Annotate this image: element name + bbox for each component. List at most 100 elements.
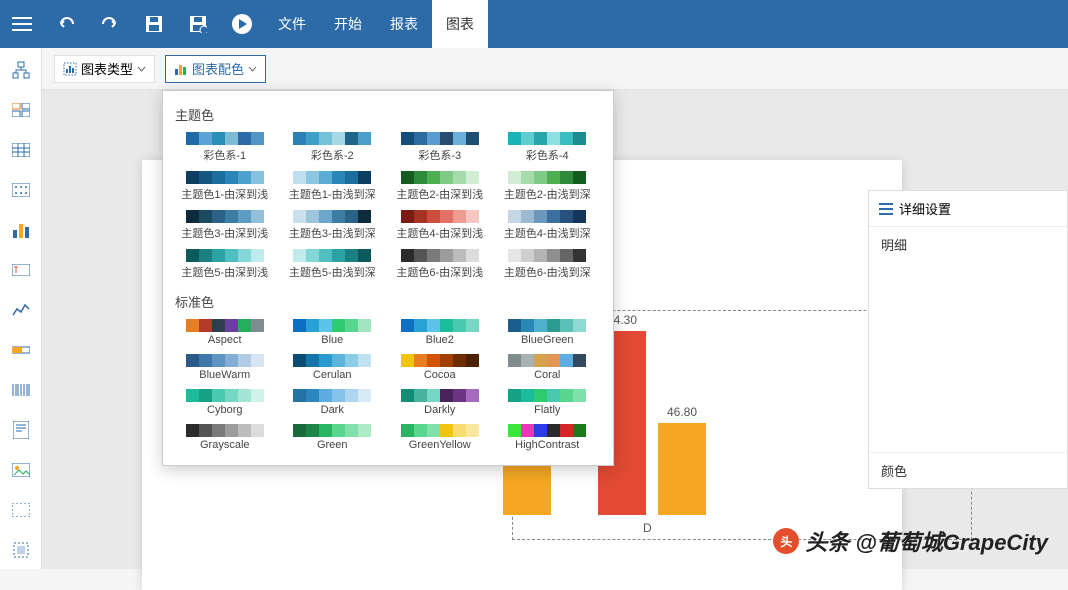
palette-option[interactable]: Blue bbox=[283, 317, 383, 348]
palette-option[interactable]: BlueWarm bbox=[175, 352, 275, 383]
palette-label: 彩色系-2 bbox=[311, 147, 354, 163]
palette-label: 彩色系-4 bbox=[526, 147, 569, 163]
tab-file[interactable]: 文件 bbox=[264, 0, 320, 48]
chart-colors-label: 图表配色 bbox=[192, 59, 244, 78]
grid-icon[interactable] bbox=[11, 180, 31, 200]
undo-icon[interactable] bbox=[44, 0, 88, 48]
chart-sub-toolbar: 图表类型 图表配色 bbox=[42, 48, 1068, 90]
palette-option[interactable]: Coral bbox=[498, 352, 598, 383]
kpi-card-icon[interactable] bbox=[11, 100, 31, 120]
watermark: 头 头条 @葡萄城GrapeCity bbox=[773, 525, 1048, 557]
palette-option[interactable]: 主题色1-由浅到深 bbox=[283, 169, 383, 204]
palette-label: 主题色1-由深到浅 bbox=[181, 186, 268, 202]
palette-option[interactable]: 主题色5-由浅到深 bbox=[283, 247, 383, 282]
palette-option[interactable]: 主题色6-由浅到深 bbox=[498, 247, 598, 282]
section-theme-title: 主题色 bbox=[171, 99, 601, 126]
watermark-text: @葡萄城GrapeCity bbox=[855, 525, 1048, 557]
palette-option[interactable]: 彩色系-3 bbox=[390, 130, 490, 165]
top-menu-bar: 文件 开始 报表 图表 bbox=[0, 0, 1068, 48]
palette-label: 主题色6-由深到浅 bbox=[396, 264, 483, 280]
palette-label: 主题色3-由浅到深 bbox=[289, 225, 376, 241]
org-chart-icon[interactable] bbox=[11, 60, 31, 80]
save-icon[interactable] bbox=[132, 0, 176, 48]
save-as-icon[interactable] bbox=[176, 0, 220, 48]
selection-icon[interactable] bbox=[11, 540, 31, 560]
table-icon[interactable] bbox=[11, 140, 31, 160]
palette-option[interactable]: 主题色6-由深到浅 bbox=[390, 247, 490, 282]
section-standard-title: 标准色 bbox=[171, 286, 601, 313]
palette-label: Dark bbox=[321, 404, 344, 416]
richtext-icon[interactable] bbox=[11, 420, 31, 440]
palette-label: Cyborg bbox=[207, 404, 242, 416]
right-panel-header: 详细设置 bbox=[869, 191, 1067, 227]
palette-label: Green bbox=[317, 439, 348, 451]
palette-option[interactable]: Cerulan bbox=[283, 352, 383, 383]
palette-option[interactable]: 主题色5-由深到浅 bbox=[175, 247, 275, 282]
line-chart-icon[interactable] bbox=[11, 300, 31, 320]
watermark-prefix: 头条 bbox=[805, 525, 849, 557]
palette-option[interactable]: 主题色1-由深到浅 bbox=[175, 169, 275, 204]
palette-option[interactable]: BlueGreen bbox=[498, 317, 598, 348]
palette-option[interactable]: 彩色系-2 bbox=[283, 130, 383, 165]
palette-label: 主题色2-由深到浅 bbox=[396, 186, 483, 202]
palette-option[interactable]: 主题色2-由深到浅 bbox=[390, 169, 490, 204]
redo-icon[interactable] bbox=[88, 0, 132, 48]
palette-option[interactable]: 主题色4-由深到浅 bbox=[390, 208, 490, 243]
palette-label: 主题色6-由浅到深 bbox=[504, 264, 591, 280]
chart-type-dropdown[interactable]: 图表类型 bbox=[54, 55, 155, 83]
settings-list-icon bbox=[879, 203, 893, 215]
palette-label: BlueGreen bbox=[521, 334, 574, 346]
palette-label: 主题色4-由浅到深 bbox=[504, 225, 591, 241]
palette-option[interactable]: 彩色系-1 bbox=[175, 130, 275, 165]
palette-option[interactable]: Aspect bbox=[175, 317, 275, 348]
palette-label: Cerulan bbox=[313, 369, 352, 381]
chart-colors-icon bbox=[174, 62, 188, 76]
bar-chart-icon[interactable] bbox=[11, 220, 31, 240]
palette-option[interactable]: Flatly bbox=[498, 387, 598, 418]
palette-option[interactable]: Cyborg bbox=[175, 387, 275, 418]
palette-option[interactable]: 主题色2-由浅到深 bbox=[498, 169, 598, 204]
image-icon[interactable] bbox=[11, 460, 31, 480]
palette-label: 主题色2-由浅到深 bbox=[504, 186, 591, 202]
tab-chart[interactable]: 图表 bbox=[432, 0, 488, 48]
run-icon[interactable] bbox=[220, 0, 264, 48]
chevron-down-icon bbox=[248, 66, 257, 72]
hamburger-icon[interactable] bbox=[0, 0, 44, 48]
palette-label: Blue bbox=[321, 334, 343, 346]
palette-label: 主题色4-由深到浅 bbox=[396, 225, 483, 241]
palette-option[interactable]: Grayscale bbox=[175, 422, 275, 453]
palette-label: Aspect bbox=[208, 334, 242, 346]
detail-row[interactable]: 明细 bbox=[869, 227, 1067, 262]
right-properties-panel: 详细设置 明细 颜色 bbox=[868, 190, 1068, 489]
palette-option[interactable]: GreenYellow bbox=[390, 422, 490, 453]
color-palette-dropdown: 主题色 彩色系-1 彩色系-2 彩色系-3 彩色系-4 主题色1-由深到浅主题色1-由浅… bbox=[162, 90, 614, 466]
palette-label: Flatly bbox=[534, 404, 560, 416]
chart-colors-dropdown[interactable]: 图表配色 bbox=[165, 55, 266, 83]
palette-label: Coral bbox=[534, 369, 560, 381]
palette-option[interactable]: Green bbox=[283, 422, 383, 453]
container-icon[interactable] bbox=[11, 500, 31, 520]
palette-option[interactable]: 主题色3-由深到浅 bbox=[175, 208, 275, 243]
palette-label: 彩色系-3 bbox=[418, 147, 461, 163]
palette-label: Darkly bbox=[424, 404, 455, 416]
palette-option[interactable]: Cocoa bbox=[390, 352, 490, 383]
palette-label: BlueWarm bbox=[199, 369, 250, 381]
palette-option[interactable]: 主题色4-由浅到深 bbox=[498, 208, 598, 243]
palette-label: Cocoa bbox=[424, 369, 456, 381]
palette-option[interactable]: 主题色3-由浅到深 bbox=[283, 208, 383, 243]
palette-option[interactable]: HighContrast bbox=[498, 422, 598, 453]
palette-option[interactable]: 彩色系-4 bbox=[498, 130, 598, 165]
barcode-icon[interactable] bbox=[11, 380, 31, 400]
palette-option[interactable]: Darkly bbox=[390, 387, 490, 418]
tab-start[interactable]: 开始 bbox=[320, 0, 376, 48]
progress-icon[interactable] bbox=[11, 340, 31, 360]
chevron-down-icon bbox=[137, 66, 146, 72]
chart-bar[interactable]: 46.80 bbox=[658, 423, 706, 515]
palette-option[interactable]: Dark bbox=[283, 387, 383, 418]
palette-option[interactable]: Blue2 bbox=[390, 317, 490, 348]
color-row[interactable]: 颜色 bbox=[869, 452, 1067, 488]
text-field-icon[interactable] bbox=[11, 260, 31, 280]
tab-report[interactable]: 报表 bbox=[376, 0, 432, 48]
palette-label: GreenYellow bbox=[409, 439, 471, 451]
palette-label: HighContrast bbox=[515, 439, 579, 451]
